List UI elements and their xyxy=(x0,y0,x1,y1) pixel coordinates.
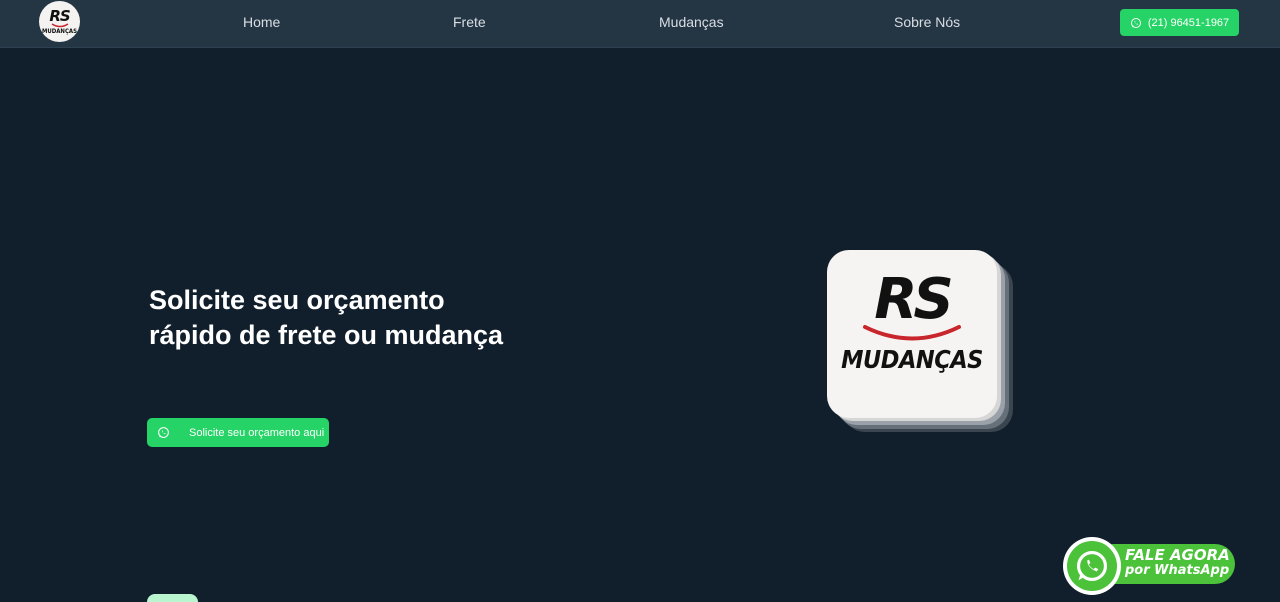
nav-sobre-nos[interactable]: Sobre Nós xyxy=(894,14,960,30)
whatsapp-float-text: FALE AGORA por WhatsApp xyxy=(1125,547,1230,579)
nav-mudancas[interactable]: Mudanças xyxy=(659,14,724,30)
nav-frete[interactable]: Frete xyxy=(453,14,486,30)
quote-request-button[interactable]: Solicite seu orçamento aqui xyxy=(147,418,329,447)
whatsapp-float-circle-inner xyxy=(1067,541,1117,591)
site-header: RS MUDANÇAS Home Frete Mudanças Sobre Nó… xyxy=(0,0,1280,48)
logo-card: RS MUDANÇAS xyxy=(827,250,997,418)
hero-title: Solicite seu orçamento rápido de frete o… xyxy=(149,285,504,350)
nav-home[interactable]: Home xyxy=(243,14,280,30)
whatsapp-icon xyxy=(158,427,169,438)
phone-label: (21) 96451-1967 xyxy=(1147,16,1230,29)
smile-icon xyxy=(863,325,961,341)
whatsapp-float-circle xyxy=(1063,537,1121,595)
whatsapp-float-line2: por WhatsApp xyxy=(1125,563,1230,578)
brand-logo-name: MUDANÇAS xyxy=(841,345,983,374)
whatsapp-float-button[interactable]: FALE AGORA por WhatsApp xyxy=(1063,537,1238,597)
partial-section-badge xyxy=(147,594,198,602)
whatsapp-icon xyxy=(1130,17,1141,28)
whatsapp-phone-button[interactable]: (21) 96451-1967 xyxy=(1120,9,1239,36)
whatsapp-icon xyxy=(1076,550,1108,582)
brand-logo: RS MUDANÇAS xyxy=(827,250,1017,440)
quote-request-label: Solicite seu orçamento aqui xyxy=(189,426,325,439)
whatsapp-float-line1: FALE AGORA xyxy=(1125,546,1230,564)
brand-logo-rs: RS xyxy=(874,267,953,332)
header-logo-rs: RS xyxy=(49,6,70,25)
header-logo[interactable]: RS MUDANÇAS xyxy=(39,1,80,42)
header-logo-name: MUDANÇAS xyxy=(42,27,77,35)
